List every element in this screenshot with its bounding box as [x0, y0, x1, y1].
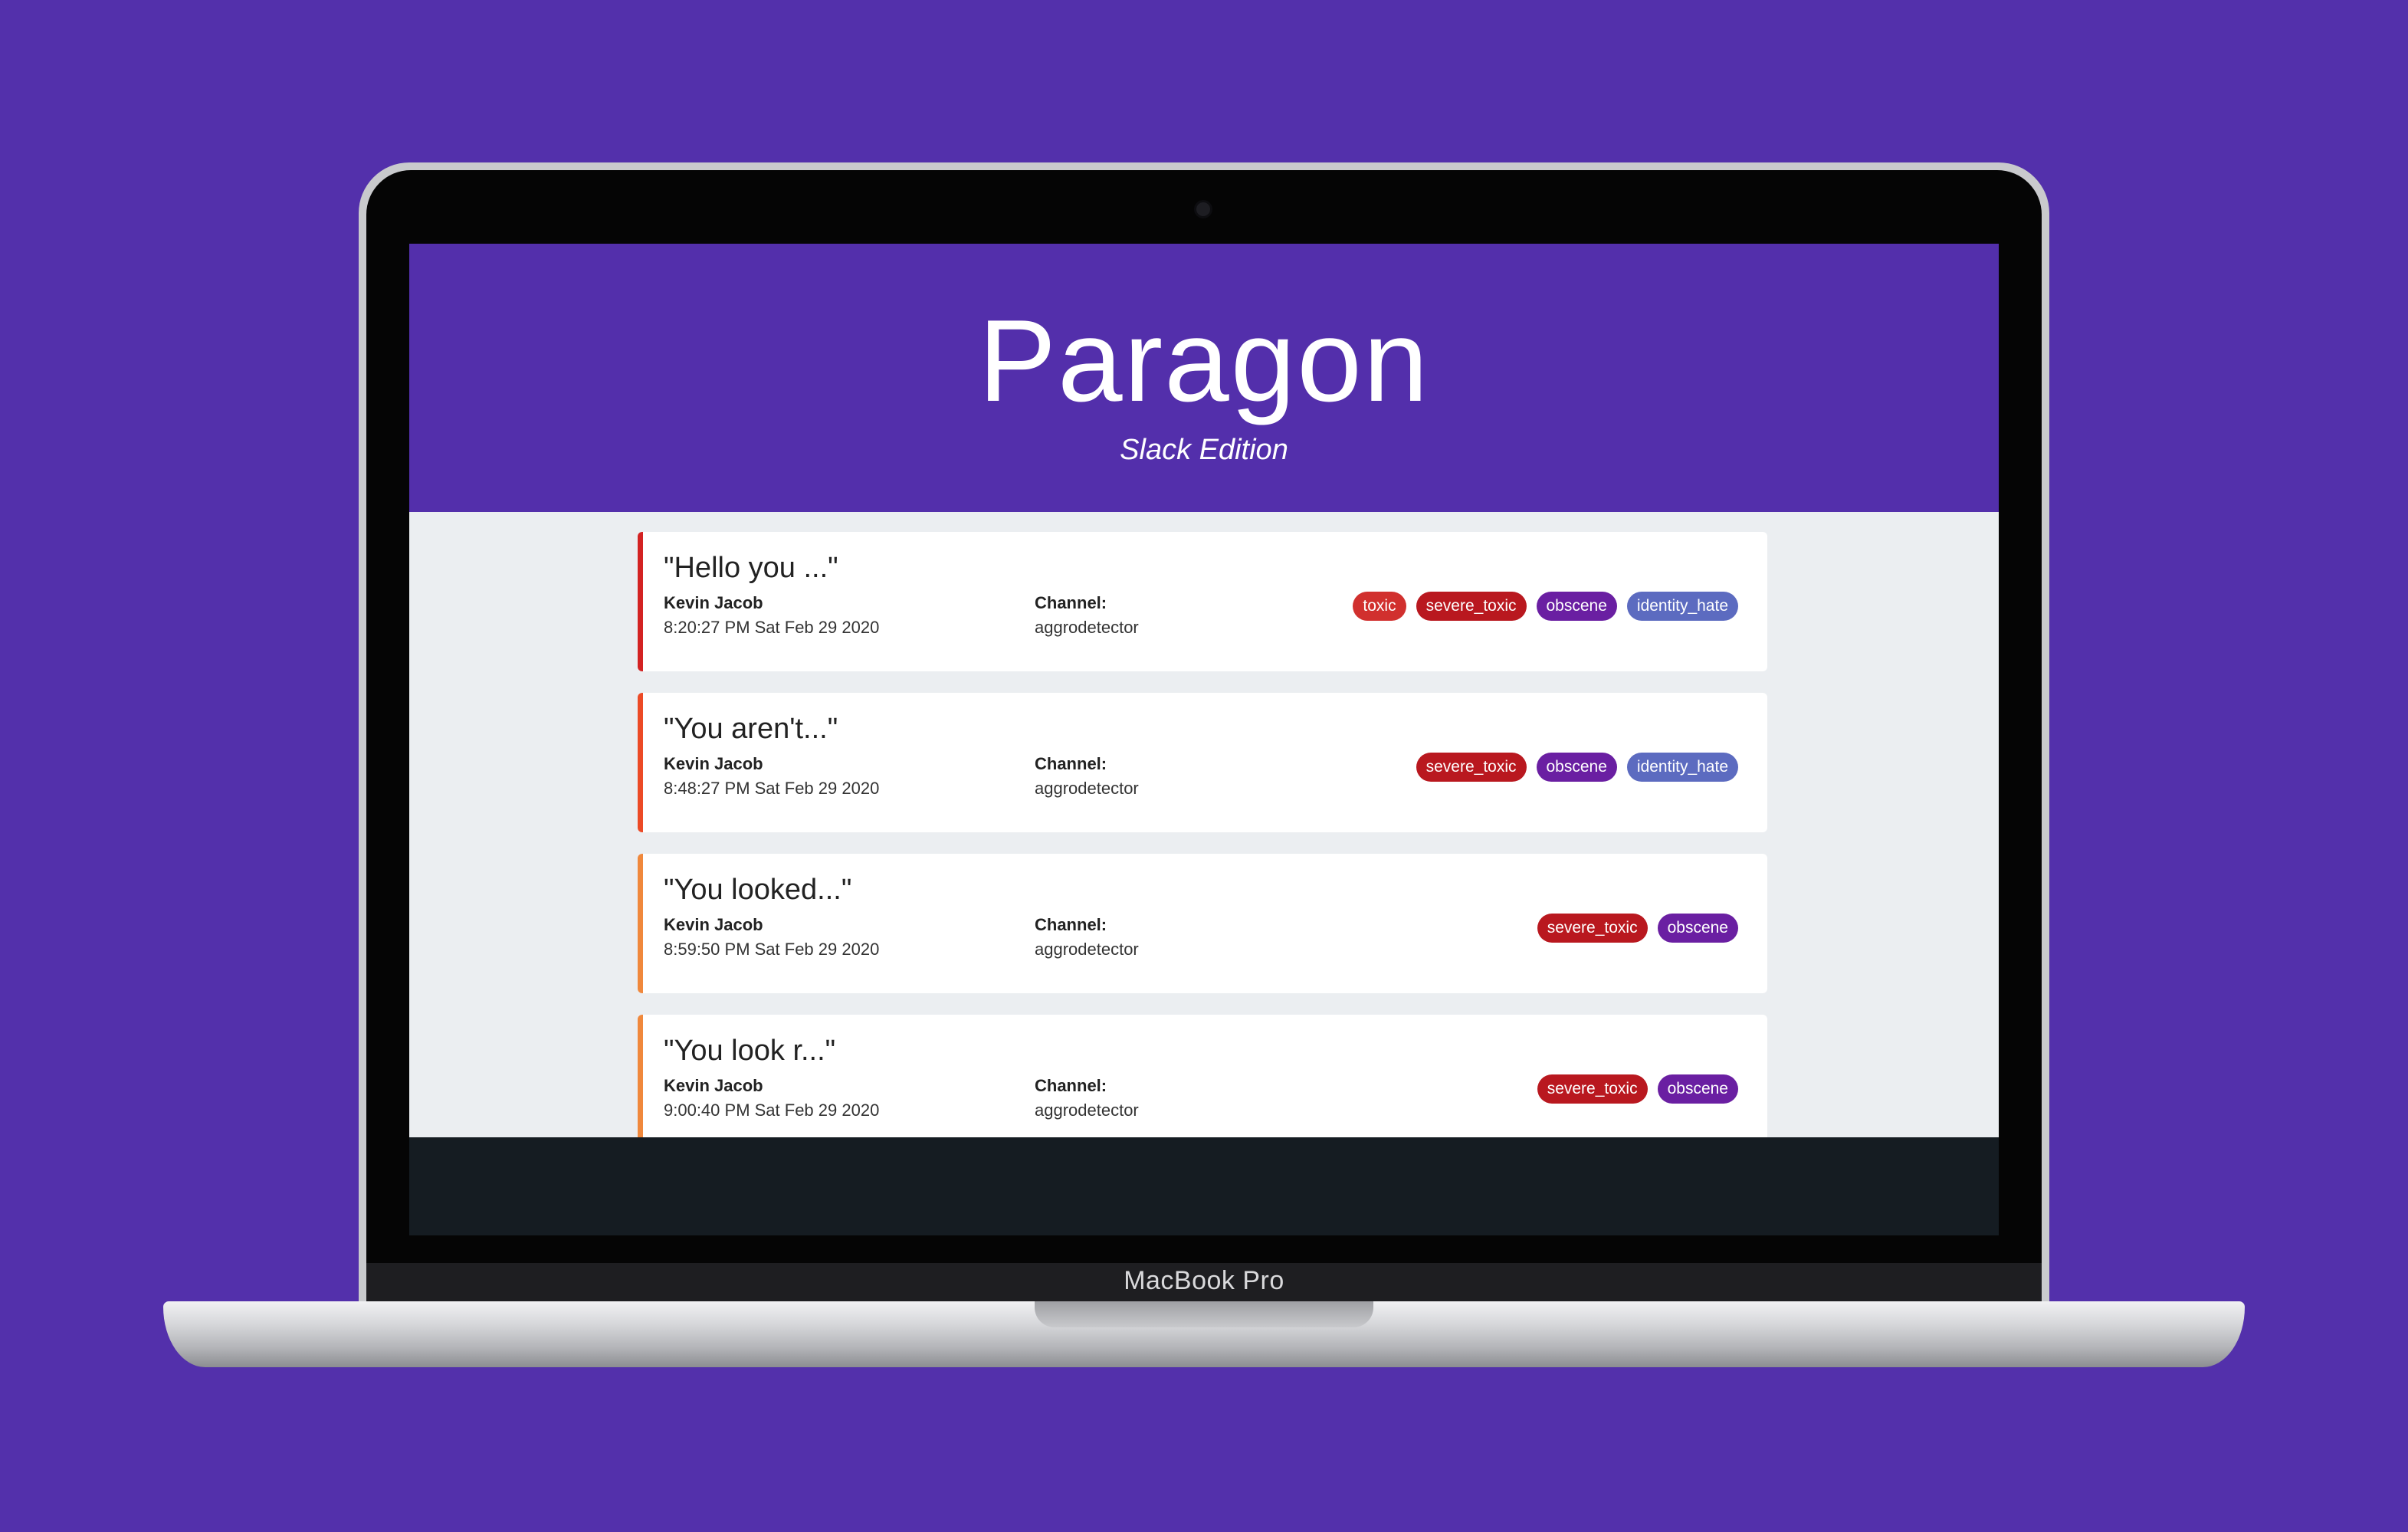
message-card[interactable]: "You looked..." Kevin Jacob 8:59:50 PM S… — [638, 854, 1767, 993]
message-card[interactable]: "You aren't..." Kevin Jacob 8:48:27 PM S… — [638, 693, 1767, 832]
tag-list: severe_toxic obscene — [1537, 1074, 1738, 1104]
channel-name: aggrodetector — [1035, 618, 1139, 637]
channel-label: Channel: — [1035, 754, 1107, 773]
tag-list: toxic severe_toxic obscene identity_hate — [1353, 592, 1738, 621]
message-card[interactable]: "Hello you ..." Kevin Jacob 8:20:27 PM S… — [638, 532, 1767, 671]
channel-name: aggrodetector — [1035, 779, 1139, 798]
message-timestamp: 8:20:27 PM Sat Feb 29 2020 — [664, 618, 880, 637]
channel-name: aggrodetector — [1035, 940, 1139, 959]
tag-badge: severe_toxic — [1537, 914, 1648, 943]
message-author: Kevin Jacob — [664, 593, 763, 612]
message-author: Kevin Jacob — [664, 1076, 763, 1095]
tag-badge: identity_hate — [1626, 592, 1738, 621]
tag-list: severe_toxic obscene — [1537, 914, 1738, 943]
laptop-lid-notch — [1035, 1301, 1373, 1327]
app-screen: Paragon Slack Edition "Hello you ..." Ke… — [409, 244, 1999, 1235]
app-header: Paragon Slack Edition — [409, 244, 1999, 512]
message-text: "You looked..." — [664, 874, 852, 906]
message-text: "You aren't..." — [664, 713, 838, 745]
tag-badge: obscene — [1536, 753, 1617, 782]
app-footer — [409, 1137, 1999, 1235]
tag-badge: obscene — [1657, 1074, 1738, 1104]
channel-name: aggrodetector — [1035, 1101, 1139, 1120]
device-brand-label: MacBook Pro — [1124, 1266, 1284, 1295]
tag-badge: obscene — [1536, 592, 1617, 621]
message-timestamp: 8:48:27 PM Sat Feb 29 2020 — [664, 779, 880, 798]
message-author: Kevin Jacob — [664, 754, 763, 773]
message-timestamp: 9:00:40 PM Sat Feb 29 2020 — [664, 1101, 880, 1120]
tag-badge: severe_toxic — [1416, 592, 1527, 621]
message-author: Kevin Jacob — [664, 915, 763, 934]
tag-badge: identity_hate — [1626, 753, 1738, 782]
app-title: Paragon — [978, 296, 1430, 426]
message-card[interactable]: "You look r..." Kevin Jacob 9:00:40 PM S… — [638, 1015, 1767, 1153]
tag-badge: severe_toxic — [1416, 753, 1527, 782]
tag-badge: severe_toxic — [1537, 1074, 1648, 1104]
tag-badge: toxic — [1353, 592, 1406, 621]
message-feed-area[interactable]: "Hello you ..." Kevin Jacob 8:20:27 PM S… — [409, 512, 1999, 1153]
tag-list: severe_toxic obscene identity_hate — [1416, 753, 1738, 782]
channel-label: Channel: — [1035, 1076, 1107, 1095]
channel-label: Channel: — [1035, 593, 1107, 612]
camera-icon — [1196, 202, 1210, 216]
message-timestamp: 8:59:50 PM Sat Feb 29 2020 — [664, 940, 880, 959]
message-text: "Hello you ..." — [664, 552, 838, 584]
message-feed: "Hello you ..." Kevin Jacob 8:20:27 PM S… — [638, 532, 1767, 1153]
channel-label: Channel: — [1035, 915, 1107, 934]
tag-badge: obscene — [1657, 914, 1738, 943]
message-text: "You look r..." — [664, 1035, 836, 1067]
app-subtitle: Slack Edition — [1120, 434, 1288, 466]
